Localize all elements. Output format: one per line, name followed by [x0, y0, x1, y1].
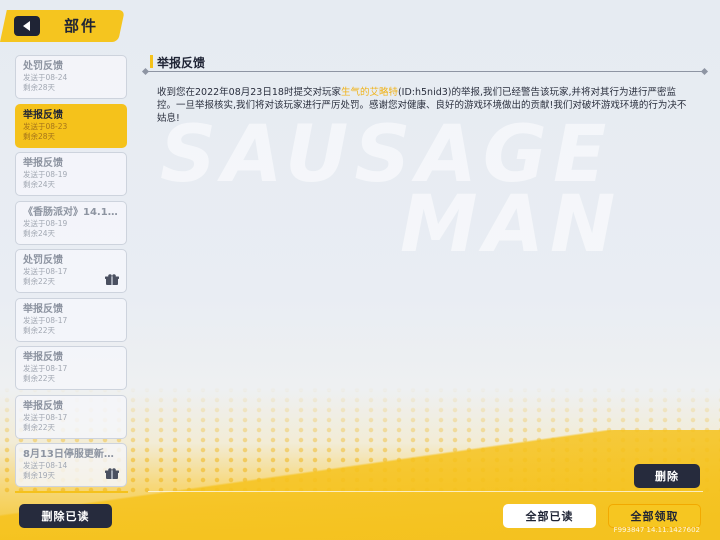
mail-item-sent-date: 发送于08-19 [23, 170, 68, 179]
mail-item-sent-date: 发送于08-17 [23, 315, 68, 325]
mail-item-title: 举报反馈 [23, 109, 63, 121]
gift-attachment-icon [105, 468, 119, 479]
mail-item-remaining: 剩余22天 [23, 374, 56, 383]
content-title-bar [150, 55, 153, 68]
divider-dot-right [700, 67, 709, 76]
mail-item-remaining: 剩余24天 [23, 180, 56, 189]
mail-item[interactable]: 处罚反馈 发送于08-24 剩余28天 [15, 55, 127, 99]
content-divider [141, 67, 709, 76]
mail-item[interactable]: 举报反馈 发送于08-17 剩余22天 [15, 394, 127, 439]
mail-item[interactable]: 举报反馈 发送于08-19 剩余24天 [15, 152, 127, 196]
divider-dot-left [141, 67, 150, 76]
gift-attachment-icon [105, 274, 119, 285]
mail-item[interactable]: 处罚反馈 发送于08-17 剩余22天 [15, 249, 127, 293]
mail-item[interactable]: 举报反馈 发送于08-17 剩余22天 [15, 346, 127, 390]
back-arrow-icon [23, 21, 30, 31]
mail-list[interactable]: 处罚反馈 发送于08-24 剩余28天 举报反馈 发送于08-23 剩余28天 举报反馈 发送… [15, 55, 129, 490]
mail-item-title: 《香肠派对》14.11版本… [23, 206, 119, 218]
mail-item-sent-date: 发送于08-17 [23, 412, 68, 422]
mail-item-remaining: 剩余24天 [23, 228, 56, 238]
bottom-divider [148, 491, 703, 492]
mail-item-title: 处罚反馈 [23, 255, 63, 266]
claim-all-button[interactable]: 全部领取 [608, 504, 701, 528]
version-text: F993847 14.11.1427602 [613, 526, 700, 534]
mail-content-body: 收到您在2022年08月23日18时提交对玩家生气的艾略特(ID:h5nid3)… [157, 86, 687, 125]
mark-all-read-button[interactable]: 全部已读 [503, 504, 596, 528]
reported-player-name: 生气的艾略特 [340, 87, 398, 98]
mail-item-remaining: 剩余28天 [23, 83, 56, 92]
mail-item-remaining: 剩余28天 [23, 131, 56, 141]
mail-item-title: 8月13日停服更新奖励 [23, 449, 119, 460]
delete-button[interactable]: 删除 [634, 464, 700, 488]
mail-item[interactable]: 举报反馈 发送于08-23 剩余28天 [15, 103, 127, 148]
mail-item-title: 举报反馈 [23, 303, 63, 315]
mail-item-title: 举报反馈 [23, 158, 63, 169]
mail-item-sent-date: 发送于08-19 [23, 218, 68, 228]
background-logo-line2: MAN [400, 180, 622, 270]
mail-item-sent-date: 发送于08-23 [23, 121, 68, 131]
mail-body-part1: 收到您在2022年08月23日18时提交对玩家 [157, 87, 341, 98]
mail-item-remaining: 剩余22天 [23, 422, 56, 432]
page-title: 部件 [64, 17, 99, 35]
mail-item-remaining: 剩余22天 [23, 325, 56, 335]
mail-item-title: 处罚反馈 [23, 61, 63, 72]
mail-item[interactable]: 举报反馈 发送于08-17 剩余22天 [15, 297, 127, 342]
delete-read-button[interactable]: 删除已读 [19, 504, 112, 528]
mail-item-sent-date: 发送于08-24 [23, 73, 68, 82]
mail-item-title: 举报反馈 [23, 400, 63, 412]
mail-item-sent-date: 发送于08-17 [23, 364, 68, 373]
mail-list-bottom-line [15, 491, 128, 493]
mail-content-title: 举报反馈 [157, 56, 206, 70]
background-logo: SAUSAGE MAN [150, 110, 720, 280]
back-button[interactable] [14, 16, 40, 36]
mail-item[interactable]: 8月13日停服更新奖励 发送于08-14 剩余19天 [15, 443, 127, 487]
mail-item[interactable]: 《香肠派对》14.11版本…发送于08-19剩余24天 [15, 200, 127, 245]
mail-item-title: 举报反馈 [23, 352, 63, 363]
